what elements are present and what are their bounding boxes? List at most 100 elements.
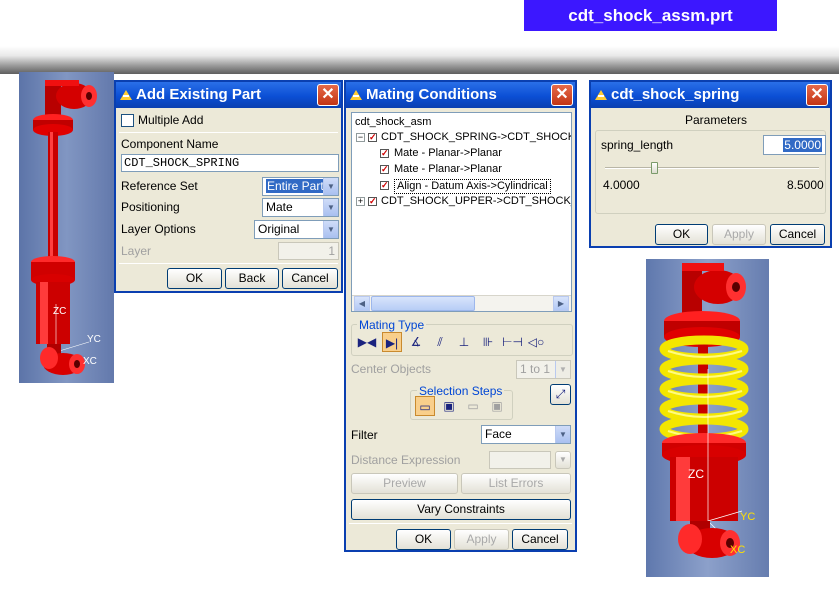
- spring-length-slider[interactable]: [605, 162, 819, 174]
- filter-label: Filter: [351, 428, 378, 442]
- scroll-left-icon[interactable]: ◀: [354, 296, 370, 311]
- expression-options-icon: ▼: [555, 451, 571, 469]
- scroll-right-icon[interactable]: ▶: [553, 296, 569, 311]
- reference-set-select[interactable]: Entire Part ▼: [262, 177, 339, 196]
- checked-icon[interactable]: ✓: [380, 165, 389, 174]
- layer-options-select[interactable]: Original ▼: [254, 220, 339, 239]
- center-objects-select: 1 to 1 ▼: [516, 360, 571, 379]
- ok-button[interactable]: OK: [396, 529, 451, 550]
- cancel-button[interactable]: Cancel: [770, 224, 825, 245]
- shock-with-spring-model: [659, 263, 749, 558]
- dialog-title: Add Existing Part: [136, 86, 262, 103]
- shock-model-viewport-right[interactable]: ZC YC XC: [646, 259, 769, 577]
- perpendicular-type-icon[interactable]: ⊥: [454, 332, 474, 352]
- dialog-title-bar[interactable]: Mating Conditions ✕: [346, 82, 575, 108]
- horizontal-scrollbar[interactable]: ◀ ▶: [352, 295, 571, 311]
- file-title: cdt_shock_assm.prt: [524, 0, 777, 31]
- parameters-label: Parameters: [685, 113, 748, 127]
- tree-root[interactable]: cdt_shock_asm: [355, 116, 431, 129]
- nx-app-icon: [595, 90, 607, 100]
- reference-set-label: Reference Set: [121, 179, 198, 193]
- slider-thumb[interactable]: [651, 162, 658, 174]
- distance-expression-label: Distance Expression: [351, 453, 461, 467]
- scroll-thumb[interactable]: [371, 296, 475, 311]
- layer-label: Layer: [121, 244, 152, 258]
- tree-item-spring[interactable]: CDT_SHOCK_SPRING->CDT_SHOCK: [381, 131, 571, 144]
- chevron-down-icon: ▼: [323, 178, 338, 195]
- center-objects-label: Center Objects: [351, 362, 432, 376]
- dialog-title: cdt_shock_spring: [611, 86, 740, 103]
- nx-app-icon: [120, 90, 132, 100]
- angle-type-icon[interactable]: ∡: [406, 332, 426, 352]
- cancel-button[interactable]: Cancel: [512, 529, 568, 550]
- from-step-icon[interactable]: ▭: [415, 396, 435, 416]
- close-button[interactable]: ✕: [317, 84, 339, 106]
- ok-button[interactable]: OK: [655, 224, 708, 245]
- spring-parameters-dialog: cdt_shock_spring ✕ Parameters spring_len…: [589, 80, 832, 248]
- add-existing-part-dialog: Add Existing Part ✕ Multiple Add Compone…: [114, 80, 343, 293]
- mate-type-icon[interactable]: ▶◀: [357, 332, 377, 352]
- tree-item-upper[interactable]: CDT_SHOCK_UPPER->CDT_SHOCK_: [381, 195, 571, 208]
- checked-icon[interactable]: ✓: [380, 181, 389, 190]
- shock-model-viewport-left[interactable]: ZC YC XC: [19, 72, 114, 383]
- checked-icon[interactable]: ✓: [368, 197, 377, 206]
- center-type-icon[interactable]: ⊪: [478, 332, 498, 352]
- spring-length-label: spring_length: [601, 138, 674, 152]
- apply-button: Apply: [454, 529, 509, 550]
- expand-icon[interactable]: +: [356, 197, 365, 206]
- dialog-title-bar[interactable]: Add Existing Part ✕: [116, 82, 341, 108]
- filter-select[interactable]: Face ▼: [481, 425, 571, 444]
- close-button[interactable]: ✕: [806, 84, 828, 106]
- slider-min-label: 4.0000: [603, 178, 640, 192]
- nx-app-icon: [350, 90, 362, 100]
- tree-item-mate-2[interactable]: Mate - Planar->Planar: [394, 163, 502, 176]
- axis-label-yc: YC: [87, 334, 101, 345]
- mating-type-label: Mating Type: [357, 318, 427, 332]
- list-errors-button: List Errors: [461, 473, 571, 494]
- axis-label-zc: ZC: [688, 467, 704, 481]
- axis-label-yc: YC: [740, 511, 756, 523]
- multiple-add-checkbox[interactable]: [121, 114, 134, 127]
- align-type-icon[interactable]: ▶|: [382, 332, 402, 352]
- cancel-button[interactable]: Cancel: [282, 268, 338, 289]
- collapse-icon[interactable]: −: [356, 133, 365, 142]
- chevron-down-icon: ▼: [323, 221, 338, 238]
- second-from-step-icon[interactable]: ▭: [463, 396, 483, 416]
- spring-length-field[interactable]: 5.0000: [763, 135, 826, 155]
- second-to-step-icon[interactable]: ▣: [487, 396, 507, 416]
- parallel-type-icon[interactable]: ⫽: [430, 332, 450, 352]
- tree-item-align[interactable]: Align - Datum Axis->Cylindrical: [394, 179, 551, 194]
- to-step-icon[interactable]: ▣: [439, 396, 459, 416]
- checked-icon[interactable]: ✓: [380, 149, 389, 158]
- chevron-down-icon: ▼: [323, 199, 338, 216]
- axis-label-xc: XC: [83, 356, 97, 367]
- positioning-select[interactable]: Mate ▼: [262, 198, 339, 217]
- layer-field: 1: [278, 242, 339, 260]
- mating-conditions-dialog: Mating Conditions ✕ cdt_shock_asm − ✓ CD…: [344, 80, 577, 552]
- multiple-add-label: Multiple Add: [138, 113, 204, 127]
- checked-icon[interactable]: ✓: [368, 133, 377, 142]
- distance-expression-field: [489, 451, 551, 469]
- dialog-title-bar[interactable]: cdt_shock_spring ✕: [591, 82, 830, 108]
- chevron-down-icon: ▼: [555, 426, 570, 443]
- reverse-direction-icon[interactable]: ⤢: [550, 384, 571, 405]
- positioning-label: Positioning: [121, 200, 180, 214]
- apply-button: Apply: [712, 224, 766, 245]
- component-name-field[interactable]: CDT_SHOCK_SPRING: [121, 154, 339, 172]
- ok-button[interactable]: OK: [167, 268, 222, 289]
- axis-label-xc: XC: [730, 544, 746, 556]
- axis-label-zc: ZC: [53, 306, 67, 317]
- chevron-down-icon: ▼: [555, 361, 570, 378]
- dialog-title: Mating Conditions: [366, 86, 497, 103]
- mating-tree[interactable]: cdt_shock_asm − ✓ CDT_SHOCK_SPRING->CDT_…: [351, 112, 572, 312]
- close-button[interactable]: ✕: [551, 84, 573, 106]
- layer-options-label: Layer Options: [121, 222, 196, 236]
- window-header-band: [0, 46, 839, 74]
- tangent-type-icon[interactable]: ◁○: [526, 332, 546, 352]
- component-name-label: Component Name: [121, 137, 219, 151]
- slider-max-label: 8.5000: [787, 178, 824, 192]
- tree-item-mate-1[interactable]: Mate - Planar->Planar: [394, 147, 502, 160]
- distance-type-icon[interactable]: ⊢⊣: [502, 332, 523, 352]
- vary-constraints-button[interactable]: Vary Constraints: [351, 499, 571, 520]
- back-button[interactable]: Back: [225, 268, 279, 289]
